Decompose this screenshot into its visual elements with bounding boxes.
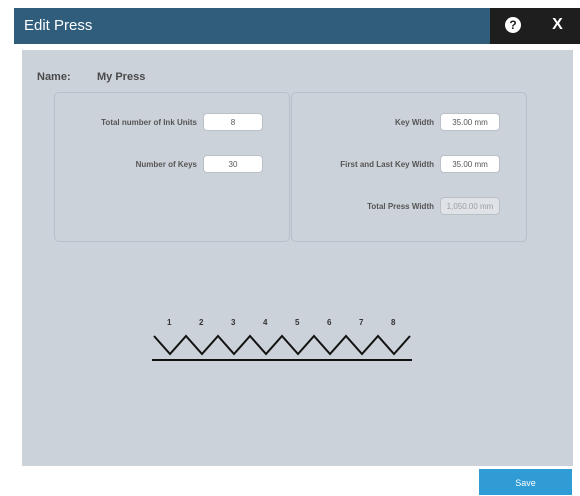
name-value: My Press <box>97 71 146 83</box>
total-press-width-input: 1,050.00 mm <box>440 197 500 215</box>
ink-units-panel: Total number of Ink Units 8 Number of Ke… <box>54 92 290 242</box>
dialog-content: Name: My Press Total number of Ink Units… <box>22 50 573 466</box>
dialog-title: Edit Press <box>24 17 93 34</box>
keys-label: Number of Keys <box>135 160 197 169</box>
key-width-label: Key Width <box>394 118 434 127</box>
total-press-width-label: Total Press Width <box>367 202 434 211</box>
first-last-key-width-input[interactable]: 35.00 mm <box>440 155 500 173</box>
edit-press-dialog: Edit Press ? X Name: My Press Total numb… <box>14 8 580 495</box>
first-last-key-width-label: First and Last Key Width <box>340 160 434 169</box>
ink-units-label: Total number of Ink Units <box>101 118 197 127</box>
key-width-panel: Key Width 35.00 mm First and Last Key Wi… <box>291 92 527 242</box>
question-icon: ? <box>505 17 521 33</box>
keys-input[interactable]: 30 <box>203 155 263 173</box>
name-label: Name: <box>37 71 71 83</box>
help-button[interactable]: ? <box>490 8 535 44</box>
close-icon: X <box>552 16 563 33</box>
ink-units-input[interactable]: 8 <box>203 113 263 131</box>
dialog-footer: Save <box>14 466 580 495</box>
close-button[interactable]: X <box>535 8 580 44</box>
save-button[interactable]: Save <box>479 469 572 495</box>
key-width-input[interactable]: 35.00 mm <box>440 113 500 131</box>
title-bar: Edit Press ? X <box>14 8 580 44</box>
zigzag-line <box>153 334 411 356</box>
ink-units-diagram: 1 2 3 4 5 6 7 8 <box>144 318 414 368</box>
ink-units-zigzag <box>152 334 412 361</box>
